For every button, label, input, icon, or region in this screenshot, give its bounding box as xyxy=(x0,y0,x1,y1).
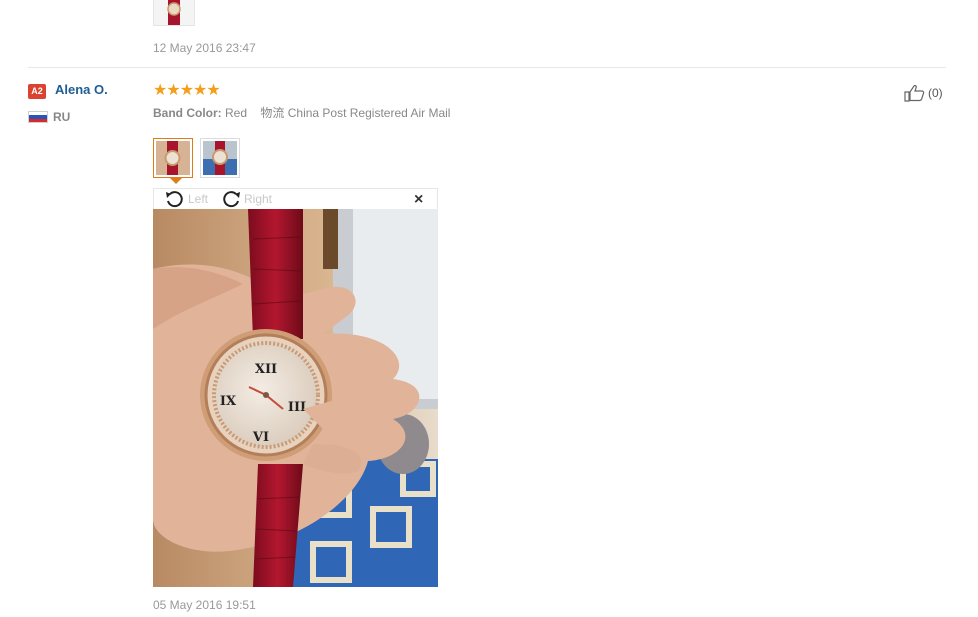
shipping-value: China Post Registered Air Mail xyxy=(287,106,451,120)
band-color-label: Band Color: xyxy=(153,106,222,120)
reviewer-country: RU xyxy=(53,110,71,124)
rotate-right-icon xyxy=(223,191,240,208)
svg-text:IX: IX xyxy=(220,394,237,409)
watch-thumbnail-image xyxy=(156,141,190,175)
rotate-left-button[interactable]: Left xyxy=(164,189,208,209)
close-viewer-button[interactable]: × xyxy=(414,190,423,210)
helpful-count: (0) xyxy=(928,86,943,100)
watch-photo-image: XII IX III VI xyxy=(153,209,438,587)
review-photo-enlarged: XII IX III VI xyxy=(153,209,438,587)
watch-thumbnail-image xyxy=(154,0,194,25)
active-thumbnail-pointer xyxy=(170,178,182,184)
svg-text:XII: XII xyxy=(255,362,277,377)
review-image-thumbnail-2[interactable] xyxy=(200,138,240,178)
rotate-right-label: Right xyxy=(244,192,273,206)
svg-text:III: III xyxy=(288,400,306,415)
rotate-right-button[interactable]: Right xyxy=(220,189,272,209)
reviewer-name-link[interactable]: Alena O. xyxy=(55,82,108,97)
thumbs-up-icon xyxy=(904,85,925,102)
review-divider xyxy=(28,67,946,68)
star-rating: ★★★★★ xyxy=(153,82,221,99)
russia-flag-icon xyxy=(28,111,48,123)
watch-thumbnail-image xyxy=(203,141,237,175)
shipping-label: 物流 xyxy=(260,106,285,120)
band-color-value: Red xyxy=(225,106,248,120)
svg-text:VI: VI xyxy=(252,430,269,445)
prev-review-thumbnail[interactable] xyxy=(153,0,195,26)
rotate-left-icon xyxy=(166,191,183,208)
rotate-left-label: Left xyxy=(188,192,209,206)
order-attributes: Band Color: Red 物流 China Post Registered… xyxy=(153,104,450,121)
buyer-level-badge: A2 xyxy=(28,84,46,99)
review-date: 05 May 2016 19:51 xyxy=(153,598,256,612)
review-image-thumbnail-1[interactable] xyxy=(153,138,193,178)
prev-review-date: 12 May 2016 23:47 xyxy=(153,41,256,55)
helpful-button[interactable]: (0) xyxy=(904,84,943,102)
